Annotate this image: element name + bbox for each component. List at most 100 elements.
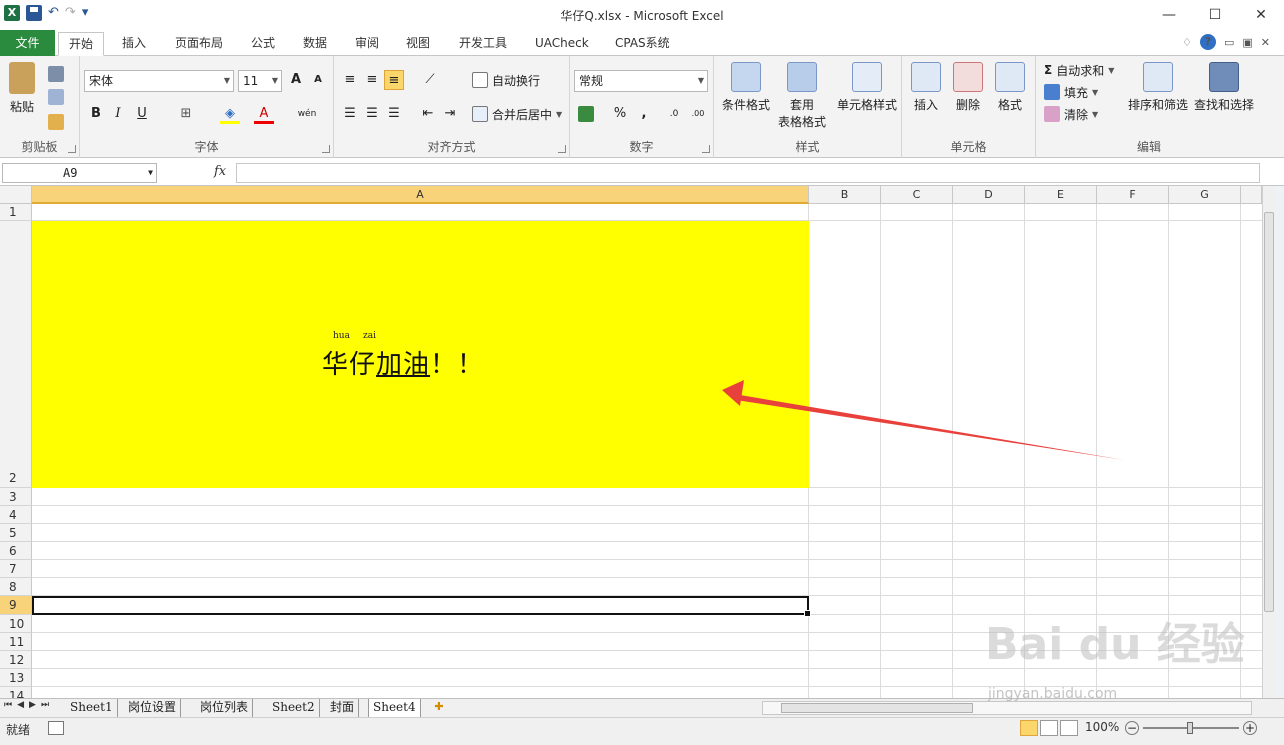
formula-input[interactable] [236,163,1260,183]
horizontal-scrollbar[interactable] [762,701,1252,715]
find-select-button[interactable]: 查找和选择 [1192,62,1256,113]
sheet-nav-icon[interactable]: ⏮◀▶⏭ [4,700,54,710]
column-header-b[interactable]: B [809,186,881,204]
normal-view-icon[interactable] [1020,720,1038,736]
cell-styles-button[interactable]: 单元格样式 [834,62,900,113]
decrease-decimal-button[interactable]: .00 [688,104,708,124]
autosum-button[interactable]: Σ 自动求和 ▼ [1044,60,1114,80]
row-header-14[interactable]: 14 [0,687,32,698]
orientation-icon[interactable]: ⟋ [420,70,440,90]
delete-cells-button[interactable]: 删除 [950,62,986,113]
increase-decimal-button[interactable]: .0 [664,104,684,124]
font-color-icon[interactable]: A [254,104,274,124]
format-painter-icon[interactable] [48,114,64,130]
row-header-12[interactable]: 12 [0,651,32,669]
column-header-g[interactable]: G [1169,186,1241,204]
fill-button[interactable]: 填充 ▼ [1044,82,1098,102]
column-header-f[interactable]: F [1097,186,1169,204]
select-all-button[interactable] [0,186,32,204]
bold-button[interactable]: B [86,104,106,124]
zoom-out-icon[interactable]: − [1125,721,1139,735]
wrap-text-button[interactable]: 自动换行 [472,70,540,90]
align-right-icon[interactable]: ☰ [384,104,404,124]
zoom-knob[interactable] [1187,722,1193,734]
column-header-partial[interactable] [1241,186,1262,204]
comma-style-button[interactable]: , [634,104,654,124]
grow-font-icon[interactable]: A [286,70,306,90]
conditional-format-button[interactable]: 条件格式 [718,62,774,113]
copy-icon[interactable] [48,89,64,105]
macro-record-icon[interactable] [48,721,64,735]
zoom-level[interactable]: 100% [1085,720,1119,734]
insert-sheet-icon[interactable]: ✚ [430,700,448,715]
fill-color-icon[interactable]: ◈ [220,104,240,124]
alignment-launcher-icon[interactable] [558,145,566,153]
active-cell-a9[interactable] [32,596,811,617]
clear-button[interactable]: 清除 ▼ [1044,104,1098,124]
row-header-10[interactable]: 10 [0,615,32,633]
percent-style-button[interactable]: % [610,104,630,124]
page-break-view-icon[interactable] [1060,720,1078,736]
tab-formulas[interactable]: 公式 [241,32,285,56]
tab-view[interactable]: 视图 [396,32,440,56]
insert-cells-button[interactable]: 插入 [908,62,944,113]
minimize-button[interactable]: — [1146,0,1192,30]
tab-cpas[interactable]: CPAS系统 [605,32,680,56]
doc-restore-icon[interactable]: ▣ [1242,36,1252,49]
tab-home[interactable]: 开始 [58,32,105,56]
sheet-tab-2[interactable]: 岗位设置 [124,699,182,717]
accounting-format-icon[interactable] [578,106,594,122]
font-launcher-icon[interactable] [322,145,330,153]
row-header-2[interactable]: 2 [0,221,32,488]
row-header-6[interactable]: 6 [0,542,32,560]
number-format-combo[interactable]: 常规 ▼ [574,70,708,92]
align-middle-icon[interactable]: ≡ [362,70,382,90]
merge-center-button[interactable]: 合并后居中 ▼ [472,104,562,124]
underline-button[interactable]: U [132,104,152,124]
phonetic-guide-icon[interactable]: wén [294,104,320,124]
column-header-c[interactable]: C [881,186,953,204]
doc-minimize-icon[interactable]: ▭ [1224,36,1234,49]
sort-filter-button[interactable]: 排序和筛选 [1126,62,1190,113]
align-left-icon[interactable]: ☰ [340,104,360,124]
paste-button[interactable]: 粘贴 [4,62,40,115]
align-top-icon[interactable]: ≡ [340,70,360,90]
vertical-scrollbar[interactable] [1262,186,1275,698]
tab-file[interactable]: 文件 [0,30,55,56]
insert-function-icon[interactable]: fx [214,164,226,179]
row-header-8[interactable]: 8 [0,578,32,596]
zoom-slider[interactable]: − + [1125,721,1257,735]
row-header-13[interactable]: 13 [0,669,32,687]
sheet-tab-4[interactable]: Sheet2 [268,699,320,717]
doc-close-icon[interactable]: ✕ [1261,36,1270,49]
row-header-11[interactable]: 11 [0,633,32,651]
tab-data[interactable]: 数据 [293,32,337,56]
number-launcher-icon[interactable] [702,145,710,153]
sheet-tab-active[interactable]: Sheet4 [368,699,421,717]
align-bottom-icon[interactable]: ≡ [384,70,404,90]
row-header-9[interactable]: 9 [0,596,32,615]
italic-button[interactable]: I [108,104,128,124]
vertical-scroll-thumb[interactable] [1264,212,1274,612]
help-icon[interactable]: ? [1199,34,1216,50]
collapse-ribbon-icon[interactable]: ♢ [1182,36,1192,49]
restore-button[interactable]: ☐ [1192,0,1238,30]
row-header-4[interactable]: 4 [0,506,32,524]
clipboard-launcher-icon[interactable] [68,145,76,153]
tab-developer[interactable]: 开发工具 [449,32,517,56]
format-cells-button[interactable]: 格式 [992,62,1028,113]
sheet-tab-5[interactable]: 封面 [326,699,360,717]
row-header-5[interactable]: 5 [0,524,32,542]
row-header-7[interactable]: 7 [0,560,32,578]
tab-review[interactable]: 审阅 [345,32,389,56]
name-box[interactable]: A9 ▼ [2,163,157,183]
shrink-font-icon[interactable]: A [308,70,328,90]
tab-uacheck[interactable]: UACheck [525,32,599,56]
column-header-a[interactable]: A [32,186,809,204]
decrease-indent-icon[interactable]: ⇤ [418,104,438,124]
row-header-3[interactable]: 3 [0,488,32,506]
font-name-combo[interactable]: 宋体 ▼ [84,70,234,92]
sheet-tab-1[interactable]: Sheet1 [66,699,118,717]
font-size-combo[interactable]: 11 ▼ [238,70,282,92]
column-header-d[interactable]: D [953,186,1025,204]
